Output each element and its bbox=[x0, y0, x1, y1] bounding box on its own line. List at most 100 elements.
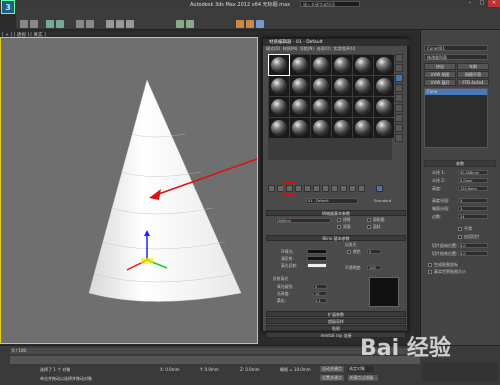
modifier-button[interactable]: UVW 展开 bbox=[424, 79, 456, 86]
sample-slot[interactable] bbox=[290, 118, 310, 138]
param-value[interactable]: 24 bbox=[458, 214, 488, 219]
slice-from-value[interactable]: 0.0 bbox=[458, 243, 488, 248]
sample-slot[interactable] bbox=[353, 55, 373, 75]
material-type-button[interactable]: Standard bbox=[374, 198, 391, 203]
put-to-scene-icon[interactable] bbox=[277, 185, 284, 192]
render-icon[interactable] bbox=[246, 20, 254, 28]
mapping-checkbox[interactable] bbox=[428, 263, 432, 267]
material-id-icon[interactable] bbox=[322, 185, 329, 192]
sample-slot[interactable] bbox=[311, 118, 331, 138]
sample-slot[interactable] bbox=[269, 97, 289, 117]
key-mode-dropdown[interactable]: 选定对象 bbox=[348, 366, 374, 372]
modifier-list-dropdown[interactable]: 修改器列表 bbox=[424, 54, 488, 60]
make-preview-icon[interactable] bbox=[395, 104, 403, 112]
modifier-stack[interactable]: Cone bbox=[424, 88, 488, 148]
sample-slot[interactable] bbox=[332, 55, 352, 75]
object-name-field[interactable]: Cone001 bbox=[424, 45, 488, 51]
self-illum-color-checkbox[interactable] bbox=[347, 250, 351, 254]
coord-y[interactable]: Y: 0.0mm bbox=[200, 367, 219, 372]
opacity-value[interactable]: 100 bbox=[367, 265, 381, 270]
get-material-icon[interactable] bbox=[268, 185, 275, 192]
scale-icon[interactable] bbox=[126, 20, 134, 28]
sample-slot[interactable] bbox=[353, 76, 373, 96]
set-key-button[interactable]: 设置关键点 bbox=[320, 375, 344, 381]
material-editor-menu[interactable]: 模式(D) 材质(M) 导航(N) 选项(O) 实用程序(U) bbox=[263, 46, 409, 52]
slice-to-value[interactable]: 0.0 bbox=[458, 251, 488, 256]
two-sided-checkbox[interactable] bbox=[337, 225, 341, 229]
material-editor-title[interactable]: 材质编辑器 - 01 - Default bbox=[263, 39, 409, 46]
select-icon[interactable] bbox=[76, 20, 84, 28]
specular-color-swatch[interactable] bbox=[307, 263, 327, 268]
coord-x[interactable]: X: 0.0mm bbox=[160, 367, 180, 372]
sample-slot[interactable] bbox=[353, 97, 373, 117]
faceted-checkbox[interactable] bbox=[367, 225, 371, 229]
assign-to-selection-icon[interactable] bbox=[283, 182, 296, 195]
sample-slot[interactable] bbox=[290, 97, 310, 117]
material-editor-window[interactable]: 材质编辑器 - 01 - Default 模式(D) 材质(M) 导航(N) 选… bbox=[262, 38, 409, 338]
param-value[interactable]: 1 bbox=[458, 206, 488, 211]
sample-slot[interactable] bbox=[290, 76, 310, 96]
facemap-checkbox[interactable] bbox=[367, 218, 371, 222]
modifier-button[interactable]: 车削 bbox=[457, 63, 489, 70]
minimize-button[interactable]: – bbox=[464, 0, 476, 7]
modifier-button[interactable]: 挤出 bbox=[424, 63, 456, 70]
wire-checkbox[interactable] bbox=[337, 218, 341, 222]
sample-slot[interactable] bbox=[311, 97, 331, 117]
self-illum-value[interactable]: 0 bbox=[367, 249, 381, 254]
put-to-library-icon[interactable] bbox=[313, 185, 320, 192]
sample-slot[interactable] bbox=[374, 97, 394, 117]
select-by-material-icon[interactable] bbox=[395, 124, 403, 132]
param-value[interactable]: 0.0mm bbox=[458, 178, 488, 183]
link-icon[interactable] bbox=[46, 20, 54, 28]
sample-slot[interactable] bbox=[353, 118, 373, 138]
undo-icon[interactable] bbox=[20, 20, 28, 28]
sample-slot[interactable] bbox=[269, 118, 289, 138]
search-input[interactable]: 键入关键字或短语 bbox=[300, 1, 360, 7]
diffuse-color-swatch[interactable] bbox=[307, 256, 327, 261]
auto-key-button[interactable]: 自动关键点 bbox=[320, 366, 344, 372]
move-icon[interactable] bbox=[106, 20, 114, 28]
sample-slot[interactable] bbox=[374, 55, 394, 75]
smooth-checkbox[interactable] bbox=[458, 227, 462, 231]
close-button[interactable]: ✕ bbox=[488, 0, 500, 7]
modifier-button[interactable]: UVW 贴图 bbox=[424, 71, 456, 78]
param-value[interactable]: 50.508mm bbox=[458, 170, 488, 175]
realworld-checkbox[interactable] bbox=[428, 270, 432, 274]
sample-slot[interactable] bbox=[311, 76, 331, 96]
slice-checkbox[interactable] bbox=[458, 235, 462, 239]
modifier-button[interactable]: FFD 4x4x4 bbox=[457, 79, 489, 86]
param-value[interactable]: 120.0mm bbox=[458, 186, 488, 191]
sample-slot[interactable] bbox=[268, 54, 290, 76]
rotate-icon[interactable] bbox=[116, 20, 124, 28]
glossiness-value[interactable]: 10 bbox=[313, 291, 327, 296]
snap-icon[interactable] bbox=[176, 20, 184, 28]
app-logo[interactable]: 3 bbox=[1, 0, 15, 14]
backlight-icon[interactable] bbox=[395, 64, 403, 72]
blinn-params-rollout[interactable]: Blinn 基本参数 bbox=[266, 235, 406, 241]
soften-value[interactable]: 0.1 bbox=[313, 298, 327, 303]
show-map-icon[interactable] bbox=[331, 185, 338, 192]
options-icon[interactable] bbox=[395, 114, 403, 122]
perspective-viewport[interactable] bbox=[0, 37, 272, 344]
sample-slot[interactable] bbox=[269, 76, 289, 96]
track-bar[interactable] bbox=[10, 356, 420, 364]
playback-controls[interactable] bbox=[422, 362, 498, 382]
reset-map-icon[interactable] bbox=[295, 185, 302, 192]
sample-slot[interactable] bbox=[290, 55, 310, 75]
video-color-check-icon[interactable] bbox=[395, 94, 403, 102]
pick-material-icon[interactable] bbox=[376, 185, 383, 192]
select-by-name-icon[interactable] bbox=[86, 20, 94, 28]
go-to-parent-icon[interactable] bbox=[349, 185, 356, 192]
time-slider[interactable] bbox=[10, 348, 420, 354]
sample-type-icon[interactable] bbox=[395, 54, 403, 62]
modifier-button[interactable]: 网格平滑 bbox=[457, 71, 489, 78]
uv-tiling-icon[interactable] bbox=[395, 84, 403, 92]
params-rollout[interactable]: 参数 bbox=[424, 160, 496, 167]
maximize-button[interactable]: □ bbox=[476, 0, 488, 7]
shader-type-dropdown[interactable]: (B)Blinn bbox=[275, 218, 331, 223]
ambient-color-swatch[interactable] bbox=[307, 249, 327, 254]
coord-z[interactable]: Z: 0.0mm bbox=[240, 367, 260, 372]
stack-item-cone[interactable]: Cone bbox=[425, 89, 487, 95]
redo-icon[interactable] bbox=[30, 20, 38, 28]
shader-params-rollout[interactable]: 明暗器基本参数 bbox=[266, 210, 406, 216]
